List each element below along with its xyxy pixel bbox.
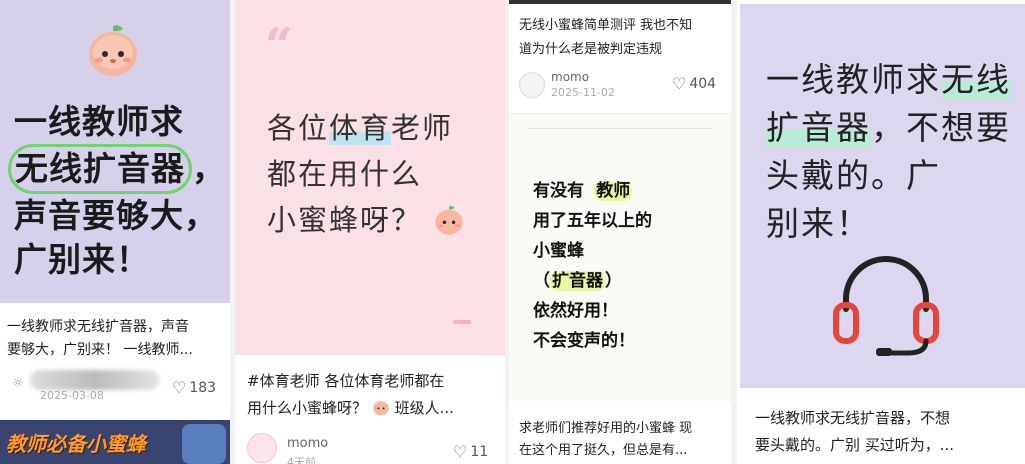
card-description[interactable]: 一线教师求无线扩音器，声音 要够大，广别来！ 一线教师... xyxy=(7,316,227,362)
card-cover-image[interactable]: “ 各位体育老师 都在用什么 小蜜蜂呀？ xyxy=(235,0,505,355)
peach-mascot-icon xyxy=(89,25,137,76)
headphones-icon xyxy=(833,256,939,356)
username[interactable]: momo xyxy=(551,70,589,84)
sun-icon: ☼ xyxy=(12,376,24,391)
cover-title: 有没有 教师 用了五年以上的 小蜜蜂 （扩音器） 依然好用！ 不会变声的！ xyxy=(533,181,652,351)
cover-title: 一线教师求无线 扩音器，不想要 头戴的。广 别来！ xyxy=(766,60,1011,243)
post-date: 2025-03-08 xyxy=(40,389,104,402)
like-button[interactable]: ♡ 404 xyxy=(672,74,716,93)
highlight-ring: 无线扩音器 xyxy=(8,144,192,194)
peach-mascot-icon xyxy=(373,401,389,416)
quote-icon: “ xyxy=(265,18,293,74)
next-card-cover[interactable]: 教师必备小蜜蜂 xyxy=(0,420,230,464)
like-button[interactable]: ♡ 183 xyxy=(172,378,216,397)
card-description[interactable]: 无线小蜜蜂简单测评 我也不知 道为什么老是被判定违规 xyxy=(519,14,724,62)
note-card-1[interactable]: 一线教师求 无线扩音器， 声音要够大， 广别来！ 一线教师求无线扩音器，声音 要… xyxy=(0,0,230,464)
avatar[interactable] xyxy=(247,433,277,463)
card-description[interactable]: 求老师们推荐好用的小蜜蜂 现 在这个用了挺久，但总是有... xyxy=(519,418,727,462)
heart-icon: ♡ xyxy=(672,74,687,93)
post-time: 4天前 xyxy=(287,456,316,464)
like-count: 11 xyxy=(470,443,489,460)
avatar[interactable] xyxy=(519,72,545,98)
decorative-dash xyxy=(453,320,471,324)
peach-mascot-icon xyxy=(435,205,463,235)
heart-icon: ♡ xyxy=(172,378,187,397)
cartoon-image xyxy=(182,424,226,464)
card-description[interactable]: #体育老师 各位体育老师都在 用什么小蜜蜂呀？ 班级人... xyxy=(247,368,497,422)
cover-title: 一线教师求 无线扩音器， 声音要够大， 广别来！ xyxy=(8,100,226,282)
note-card-2[interactable]: “ 各位体育老师 都在用什么 小蜜蜂呀？ #体育老师 各位体育老师都在 用什么小… xyxy=(235,0,505,464)
card-cover-image[interactable]: 有没有 教师 用了五年以上的 小蜜蜂 （扩音器） 依然好用！ 不会变声的！ xyxy=(509,113,731,403)
like-button[interactable]: ♡ 11 xyxy=(453,442,488,461)
divider xyxy=(527,128,713,129)
note-card-3[interactable]: 无线小蜜蜂简单测评 我也不知 道为什么老是被判定违规 momo 2025-11-… xyxy=(509,0,731,464)
username[interactable]: momo xyxy=(287,436,328,451)
heart-icon: ♡ xyxy=(453,442,468,461)
note-card-4[interactable]: 一线教师求无线 扩音器，不想要 头戴的。广 别来！ 一线教师求无线扩音器，不想 … xyxy=(737,0,1025,464)
banner-title: 教师必备小蜜蜂 xyxy=(6,432,146,456)
post-date: 2025-11-02 xyxy=(551,86,615,99)
card-description[interactable]: 一线教师求无线扩音器，不想 要头戴的。广别 买过听为，... xyxy=(755,405,1023,459)
blurred-username xyxy=(30,370,160,390)
prev-card-image-edge xyxy=(509,0,731,4)
card-cover-image[interactable]: 一线教师求 无线扩音器， 声音要够大， 广别来！ xyxy=(0,0,230,303)
like-count: 404 xyxy=(689,75,717,92)
like-count: 183 xyxy=(189,379,217,396)
cover-title: 各位体育老师 都在用什么 小蜜蜂呀？ xyxy=(267,105,465,243)
card-cover-image[interactable]: 一线教师求无线 扩音器，不想要 头戴的。广 别来！ xyxy=(740,4,1025,388)
